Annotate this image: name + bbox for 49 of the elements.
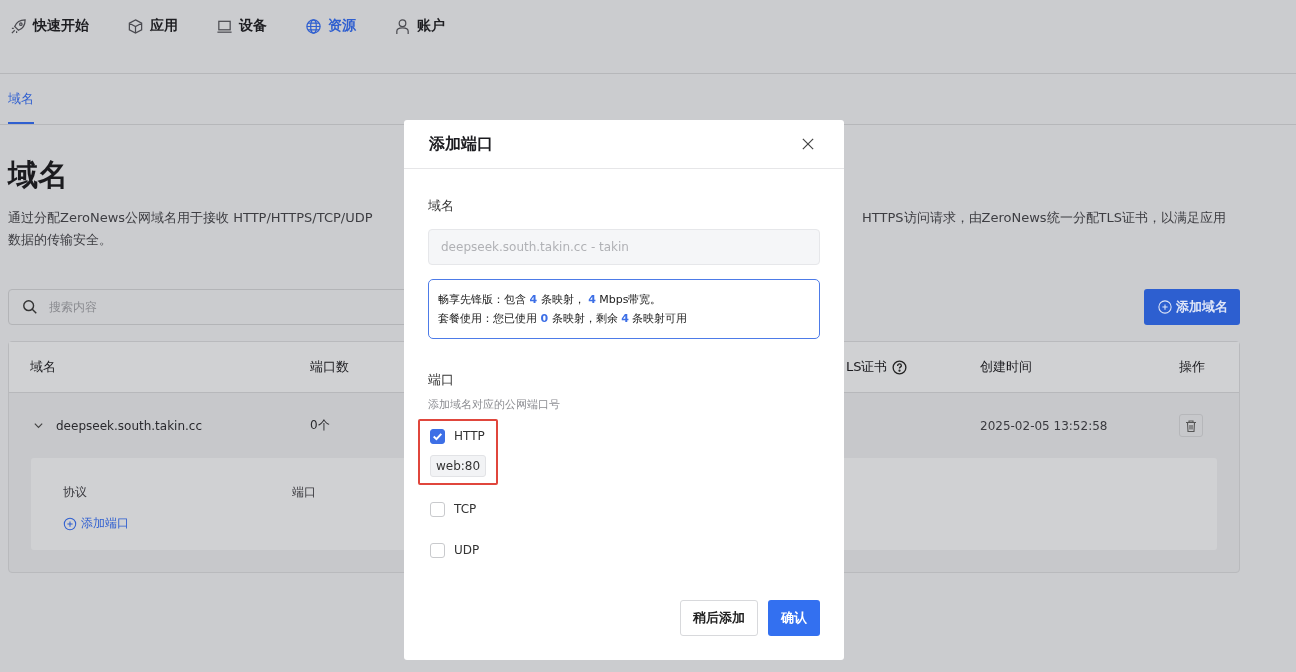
plus-circle-icon [1158,300,1172,314]
column-header: 域名 [30,358,57,376]
rocket-icon [10,17,27,35]
nav-item[interactable]: 账户 [394,16,445,36]
page-title: 域名 [8,156,69,194]
later-button[interactable]: 稍后添加 [680,600,758,636]
table-cell: deepseek.south.takin.cc [56,418,203,433]
hint-text: 添加域名对应的公网端口号 [428,397,561,412]
checkbox-label[interactable]: TCP [454,502,477,516]
nav-item[interactable]: 快速开始 [10,16,89,36]
help-icon[interactable] [891,359,907,375]
nav-item[interactable]: 设备 [216,16,267,36]
field-label: 域名 [428,197,455,215]
chevron-icon[interactable] [33,420,44,431]
column-header: 操作 [1179,358,1206,376]
checkbox-label[interactable]: HTTP [454,429,485,443]
column-header: 协议 [63,484,88,501]
column-header: 创建时间 [980,358,1033,376]
column-header: LS证书 [846,358,980,376]
dialog-title: 添加端口 [429,133,493,155]
plan-info-text: 畅享先锋版：包含 4 条映射， 4 Mbps带宽。 [438,292,663,308]
trash-icon [1184,419,1198,433]
plus-circle-icon [63,516,77,531]
confirm-button[interactable]: 确认 [768,600,820,636]
add-port-link[interactable]: 添加端口 [63,515,129,532]
delete-button[interactable] [1179,414,1203,437]
globe-icon [305,17,322,35]
close-icon[interactable] [802,138,814,150]
person-icon [394,17,411,35]
tab[interactable]: 域名 [8,74,34,124]
column-header: 端口 [292,484,316,501]
description-text: 数据的传输安全。 [8,232,112,247]
nav-item[interactable]: 应用 [127,16,178,36]
cube-icon [127,17,144,35]
add-domain-button[interactable]: 添加域名 [1144,289,1240,325]
checkbox[interactable] [430,428,445,444]
checkbox-label[interactable]: UDP [454,543,480,557]
column-header: 端口数 [310,358,350,376]
plan-info-text: 套餐使用：您已使用 0 条映射，剩余 4 条映射可用 [438,311,689,327]
table-cell: 2025-02-05 13:52:58 [980,418,1108,433]
table-cell: 0个 [310,418,330,432]
search-icon [22,299,38,315]
checkbox[interactable] [430,501,445,517]
checkbox[interactable] [430,542,445,558]
port-tag: web:80 [430,455,487,477]
description-text: HTTPS访问请求，由ZeroNews统一分配TLS证书，以满足应用 [862,209,1226,227]
nav-item[interactable]: 资源 [305,16,356,36]
description-text: 通过分配ZeroNews公网域名用于接收 HTTP/HTTPS/TCP/UDP [8,209,373,227]
field-label: 端口 [428,371,455,389]
